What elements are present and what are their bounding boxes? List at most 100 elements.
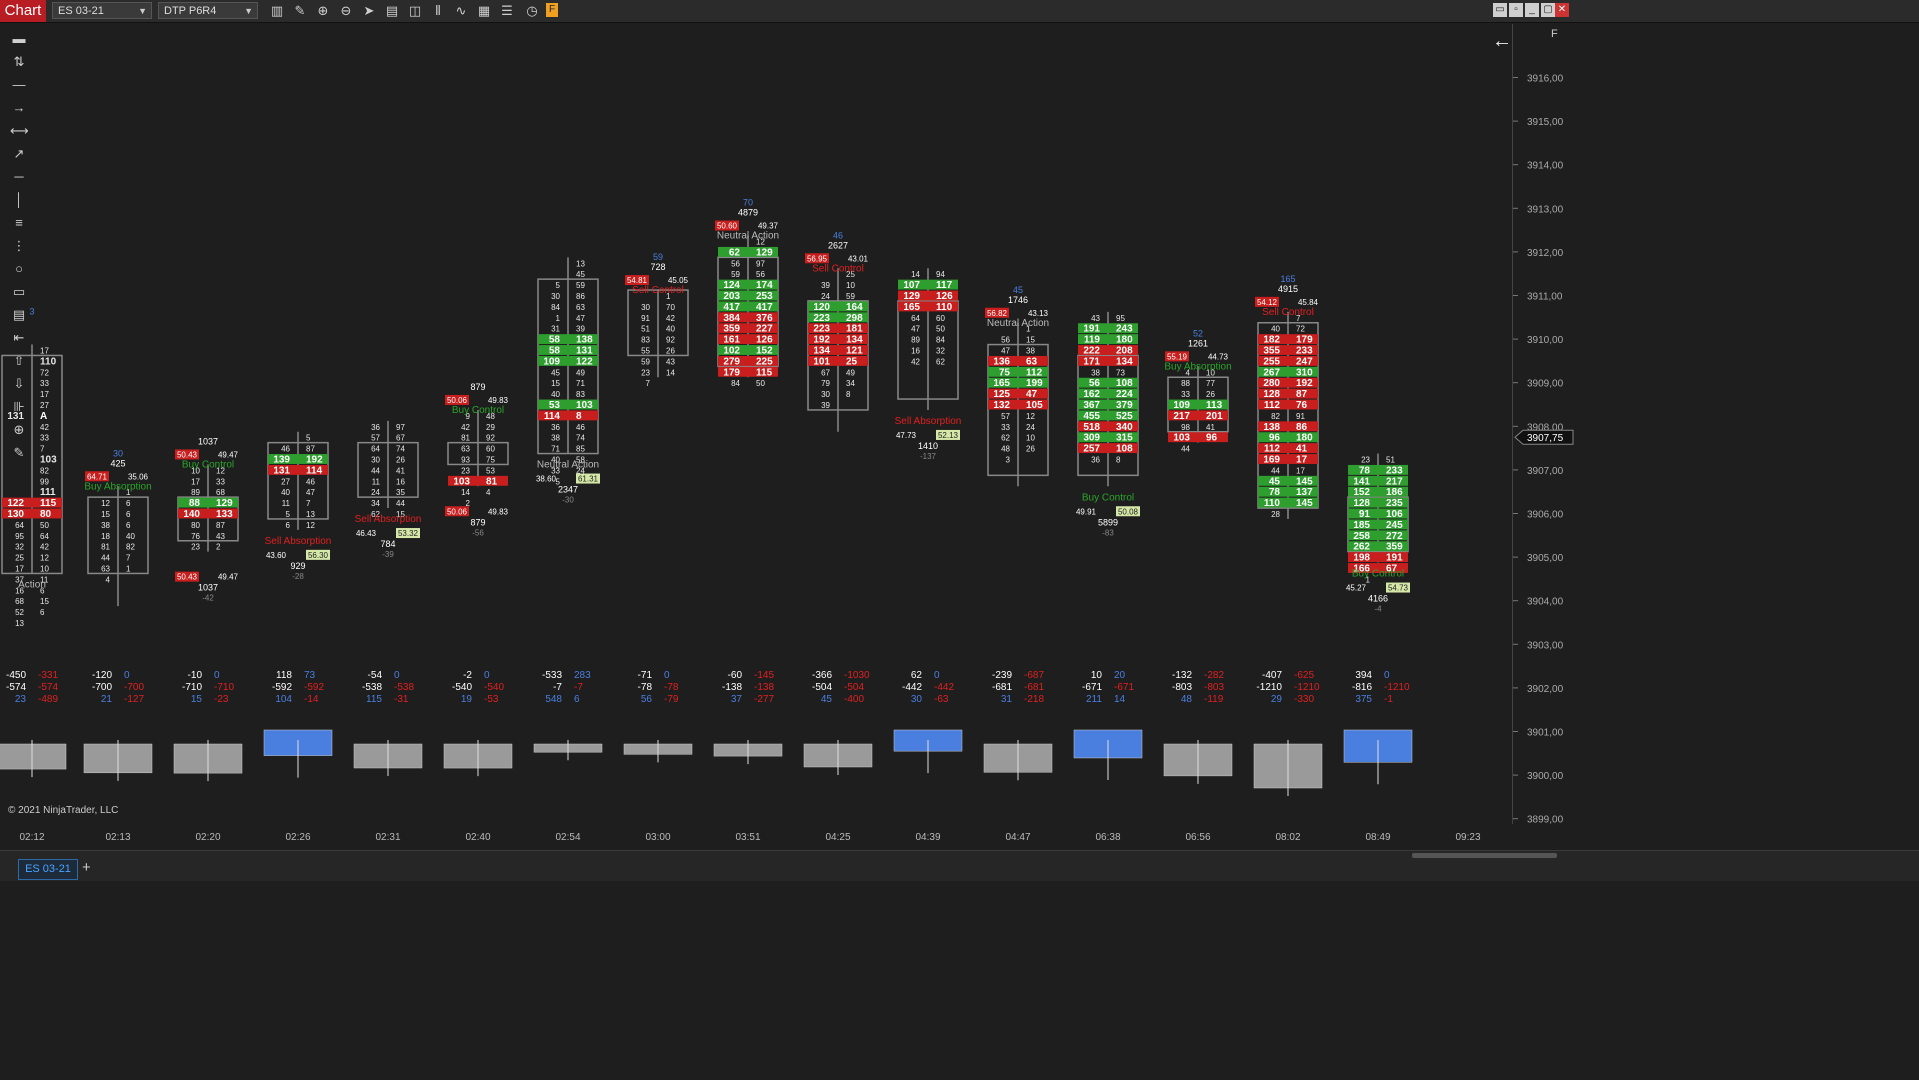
add-tab-button[interactable]: +	[82, 859, 96, 878]
bar-volume-label: 879	[470, 382, 485, 392]
delta-stat-left: -138	[722, 682, 742, 693]
pencil-icon[interactable]: ✎	[292, 3, 308, 19]
cumulative-delta-candle	[0, 743, 67, 770]
buy-pct-label: 49.47	[218, 450, 239, 459]
bid-volume-label: 44	[1271, 466, 1280, 475]
time-tick-label: 02:12	[19, 832, 44, 843]
bid-volume-label: 46	[281, 445, 290, 454]
bid-volume-label: 162	[1083, 389, 1100, 400]
bid-volume-label: 384	[723, 313, 740, 324]
bar-signal-label: Buy Control	[1082, 492, 1134, 503]
bid-volume-label: 30	[551, 292, 560, 301]
ask-volume-label: 26	[1026, 445, 1035, 454]
bid-volume-label: 55	[641, 347, 650, 356]
bid-volume-label: 47	[911, 325, 920, 334]
ask-volume-label: 6	[40, 608, 45, 617]
ask-volume-label: 8	[576, 411, 582, 422]
delta-stat-left: -7	[553, 682, 562, 693]
bid-volume-label: 134	[813, 346, 830, 357]
ask-volume-label: 84	[936, 336, 945, 345]
bar-volume-label: 879	[470, 517, 485, 527]
maximize-icon[interactable]: ▢	[1541, 3, 1555, 17]
ask-volume-label: 86	[1296, 422, 1308, 433]
bid-volume-label: 15	[101, 510, 110, 519]
footprint-chart-plot[interactable]: 17 110 72 33 17 27 131 A 42 33 7 103 82 99 111 122 115 13…	[0, 24, 1512, 824]
bid-volume-label: 82	[1271, 412, 1280, 421]
bid-volume-label: 129	[903, 291, 920, 302]
delta-stat-left: 118	[276, 670, 292, 681]
bars-icon[interactable]: ▥	[269, 3, 285, 19]
strategy-icon[interactable]: ∿	[453, 3, 469, 19]
price-axis[interactable]: 3916,00 3915,00 3914,00 3913,00 3912,00 3911,…	[1512, 24, 1919, 824]
ask-volume-label: 1	[126, 565, 131, 574]
delta-stat-right: -282	[1204, 670, 1224, 681]
ask-volume-label: 106	[1386, 509, 1403, 520]
bid-volume-label: 68	[15, 597, 24, 606]
templates-icon[interactable]: ▦	[476, 3, 492, 19]
cursor-icon[interactable]: ➤	[361, 3, 377, 19]
bid-volume-label: 17	[191, 477, 200, 486]
bar-signal-label: Buy Absorption	[84, 481, 151, 492]
price-tick-label: 3916,00	[1527, 74, 1564, 85]
sell-pct-label: 56.95	[807, 254, 828, 263]
delta-stat-right: 20	[1114, 670, 1126, 681]
minimize-icon[interactable]: _	[1525, 3, 1539, 17]
ask-volume-label: 315	[1116, 433, 1133, 444]
clock-icon[interactable]: ◷	[521, 3, 543, 19]
footprint-bar: 2539 1024 59120 164223 298223 181192 134134 121…	[803, 230, 873, 775]
bid-volume-label: 25	[15, 554, 24, 563]
list-icon[interactable]: ☰	[499, 3, 515, 19]
delta-stat-left: 10	[1091, 670, 1103, 681]
delta-stat-left: -574	[6, 682, 26, 693]
bar-delta-sub-label: -42	[202, 594, 214, 603]
zoom-in-icon[interactable]: ⊕	[315, 3, 331, 19]
bid-volume-label: 38	[1091, 368, 1100, 377]
ask-volume-label: 217	[1386, 476, 1403, 487]
data-box-icon[interactable]: ▤	[384, 3, 400, 19]
time-tick-label: 09:23	[1455, 832, 1480, 843]
price-tick-label: 3909,00	[1527, 379, 1564, 390]
price-tick-label: 3906,00	[1527, 510, 1564, 521]
ask-volume-label: 191	[1386, 553, 1403, 564]
indicators-icon[interactable]: ⫴	[430, 3, 446, 19]
ask-volume-label: 14	[666, 368, 675, 377]
window-tile-icon[interactable]: ▭	[1493, 3, 1507, 17]
back-arrow-icon[interactable]: ←	[1492, 31, 1512, 51]
ask-volume-label: 39	[576, 325, 585, 334]
template-selector[interactable]: DTP P6R4 ▼	[158, 2, 258, 19]
ask-volume-label: 129	[216, 498, 233, 509]
chevron-down-icon: ▼	[138, 6, 147, 16]
ask-volume-label: 7	[126, 554, 131, 563]
window-restore-icon[interactable]: ▫	[1509, 3, 1523, 17]
horizontal-scrollbar[interactable]	[1412, 853, 1557, 858]
properties-icon[interactable]: ◫	[407, 3, 423, 19]
delta-stat-right: -330	[1294, 694, 1314, 705]
bid-volume-label: 130	[7, 509, 24, 520]
f-icon[interactable]: F	[546, 3, 558, 17]
zoom-out-icon[interactable]: ⊖	[338, 3, 354, 19]
bid-volume-label: 84	[551, 303, 560, 312]
bid-volume-label: 59	[641, 357, 650, 366]
delta-stat-right: -127	[124, 694, 144, 705]
delta-stat-right: -400	[844, 694, 864, 705]
bid-volume-label: 84	[731, 379, 740, 388]
ask-volume-label: 95	[1116, 314, 1125, 323]
close-icon[interactable]: ✕	[1555, 3, 1569, 17]
time-axis[interactable]: 02:12 02:13 02:20 02:26 02:31 02:40 02:54 03:00…	[0, 826, 1512, 850]
bar-volume-label: 728	[650, 262, 665, 272]
delta-stat-left: 23	[15, 694, 27, 705]
instrument-selector[interactable]: ES 03-21 ▼	[52, 2, 152, 19]
chart-toolbar: Chart ES 03-21 ▼ DTP P6R4 ▼ ▥ ✎ ⊕ ⊖ ➤ ▤ …	[0, 0, 1919, 23]
bid-volume-label: 103	[453, 476, 470, 487]
ask-volume-label: 29	[486, 423, 495, 432]
delta-stat-left: -71	[638, 670, 653, 681]
bar-signal-label: Sell Absorption	[265, 536, 332, 547]
ask-volume-label: 8	[1116, 456, 1121, 465]
instrument-tab[interactable]: ES 03-21	[18, 859, 78, 880]
delta-stat-left: 21	[101, 694, 113, 705]
delta-stat-right: -803	[1204, 682, 1224, 693]
bar-signal-label: Neutral Action	[717, 231, 779, 242]
ask-volume-label: 45	[576, 270, 585, 279]
price-tick-label: 3904,00	[1527, 597, 1564, 608]
ask-volume-label: 42	[666, 314, 675, 323]
